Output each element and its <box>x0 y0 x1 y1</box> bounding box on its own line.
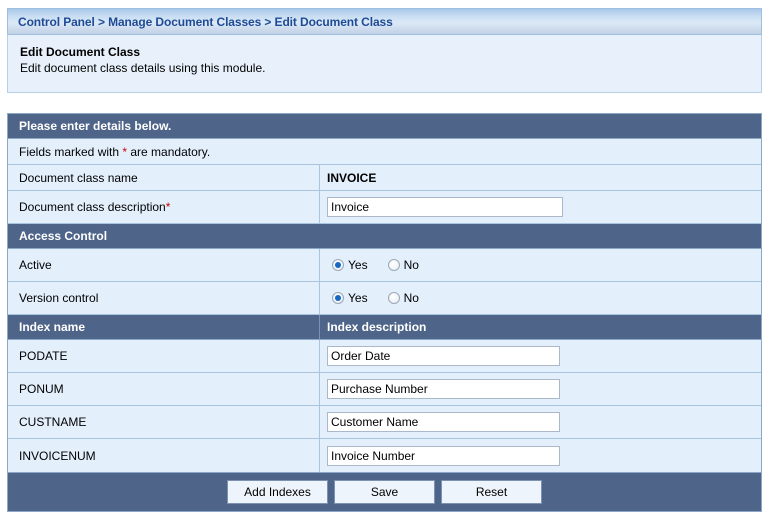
mandatory-note-prefix: Fields marked with <box>19 144 123 159</box>
active-radio-group: Yes No <box>327 258 431 272</box>
page-intro-panel: Edit Document Class Edit document class … <box>7 35 762 93</box>
index-row: CUSTNAME <box>8 406 761 439</box>
index-name-cell: PONUM <box>19 382 64 396</box>
index-description-cell <box>319 340 761 372</box>
form-header-label: Please enter details below. <box>19 119 172 133</box>
index-name-cell: PODATE <box>19 349 68 363</box>
index-name-cell: CUSTNAME <box>19 415 87 429</box>
breadcrumb-bar: Control Panel > Manage Document Classes … <box>7 8 762 35</box>
access-control-header-label: Access Control <box>19 229 108 243</box>
document-class-name-label: Document class name <box>19 170 138 185</box>
document-class-description-input[interactable] <box>327 197 563 217</box>
index-row: INVOICENUM <box>8 439 761 472</box>
document-class-description-label-text: Document class description <box>19 200 166 214</box>
index-columns-header-row: Index name Index description <box>8 315 761 340</box>
active-radio-yes-label: Yes <box>348 258 368 272</box>
index-rows-container: PODATE PONUM CUSTNAME INVOICENUM <box>8 340 761 472</box>
mandatory-note-suffix: are mandatory. <box>127 144 211 159</box>
version-control-value-cell: Yes No <box>319 282 761 314</box>
document-class-name-value-cell: INVOICE <box>319 165 761 190</box>
version-control-radio-yes[interactable]: Yes <box>332 291 368 305</box>
page-subtitle: Edit document class details using this m… <box>20 61 266 75</box>
index-row: PONUM <box>8 373 761 406</box>
reset-button[interactable]: Reset <box>441 480 542 504</box>
active-radio-no[interactable]: No <box>387 258 419 272</box>
document-class-description-value-cell <box>319 191 761 223</box>
active-radio-yes[interactable]: Yes <box>332 258 368 272</box>
radio-checked-icon[interactable] <box>332 259 344 271</box>
radio-checked-icon[interactable] <box>332 292 344 304</box>
index-description-input[interactable] <box>327 412 560 432</box>
edit-document-class-form: Please enter details below. Fields marke… <box>7 113 762 512</box>
index-description-input[interactable] <box>327 379 560 399</box>
index-description-cell <box>319 373 761 405</box>
version-control-radio-yes-label: Yes <box>348 291 368 305</box>
radio-unchecked-icon[interactable] <box>387 259 400 271</box>
version-control-radio-no-label: No <box>403 291 419 305</box>
index-description-column-header: Index description <box>319 315 761 339</box>
active-value-cell: Yes No <box>319 249 761 281</box>
active-row: Active Yes No <box>8 249 761 282</box>
index-description-cell <box>319 439 761 472</box>
index-name-cell: INVOICENUM <box>19 448 96 463</box>
index-row: PODATE <box>8 340 761 373</box>
index-description-input[interactable] <box>327 346 560 366</box>
breadcrumb[interactable]: Control Panel > Manage Document Classes … <box>18 15 393 29</box>
access-control-header-bar: Access Control <box>8 224 761 249</box>
version-control-radio-no[interactable]: No <box>387 291 419 305</box>
version-control-row: Version control Yes No <box>8 282 761 315</box>
active-radio-no-label: No <box>403 258 419 272</box>
index-name-column-header: Index name <box>19 320 86 334</box>
document-class-name-value: INVOICE <box>327 170 377 185</box>
save-button[interactable]: Save <box>334 480 435 504</box>
index-description-cell <box>319 406 761 438</box>
document-class-description-label: Document class description * <box>8 191 319 223</box>
mandatory-note-row: Fields marked with * are mandatory. <box>8 139 761 165</box>
form-header-bar: Please enter details below. <box>8 114 761 139</box>
document-class-name-row: Document class name INVOICE <box>8 165 761 191</box>
document-class-description-row: Document class description * <box>8 191 761 224</box>
mandatory-note: Fields marked with * are mandatory. <box>8 145 210 159</box>
version-control-radio-group: Yes No <box>327 291 431 305</box>
active-label: Active <box>19 258 52 272</box>
index-description-input[interactable] <box>327 445 560 466</box>
add-indexes-button[interactable]: Add Indexes <box>227 480 328 504</box>
form-actions-bar: Add Indexes Save Reset <box>8 472 761 511</box>
version-control-label: Version control <box>19 291 99 305</box>
page-title: Edit Document Class <box>20 45 141 59</box>
document-class-description-star: * <box>165 200 171 214</box>
radio-unchecked-icon[interactable] <box>387 292 400 304</box>
